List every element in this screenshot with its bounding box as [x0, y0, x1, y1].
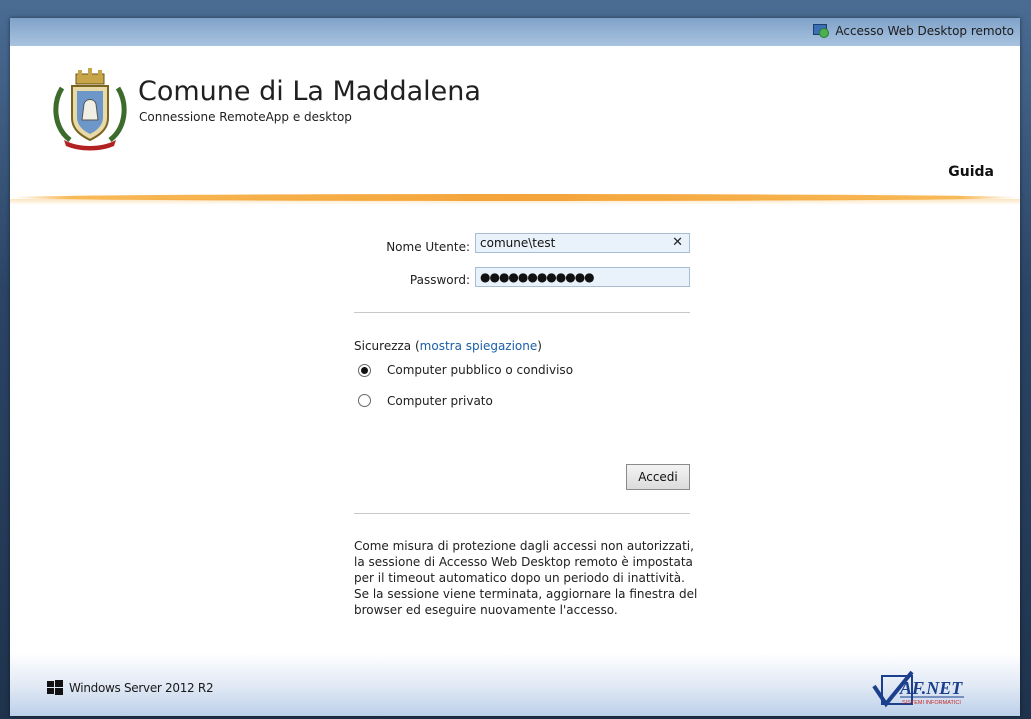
help-link[interactable]: Guida [948, 164, 994, 180]
username-label: Nome Utente: [386, 240, 470, 254]
password-value: ●●●●●●●●●●●● [480, 270, 595, 284]
vendor-logo-text: AF.NET [899, 678, 963, 698]
rdweb-window: Accesso Web Desktop remoto Comune di La … [10, 18, 1020, 716]
os-version-label: Windows Server 2012 R2 [69, 681, 214, 695]
form-separator [354, 312, 690, 313]
vendor-logo-subtext: SISTEMI INFORMATICI [902, 700, 961, 706]
note-separator [354, 513, 690, 514]
username-value: comune\test [480, 236, 556, 250]
radio-public-computer[interactable] [358, 364, 371, 377]
radio-public-computer-label[interactable]: Computer pubblico o condiviso [387, 363, 573, 377]
password-label: Password: [409, 273, 470, 287]
remote-desktop-icon [813, 24, 830, 38]
radio-private-computer-label[interactable]: Computer privato [387, 394, 493, 408]
afnet-vendor-logo: AF.NET SISTEMI INFORMATICI [872, 670, 964, 708]
page-subtitle: Connessione RemoteApp e desktop [139, 110, 352, 124]
username-field[interactable]: comune\test ✕ [475, 233, 690, 253]
app-title: Accesso Web Desktop remoto [835, 24, 1014, 38]
password-field[interactable]: ●●●●●●●●●●●● [475, 267, 690, 287]
clear-icon[interactable]: ✕ [672, 235, 683, 250]
security-label: Sicurezza (mostra spiegazione) [354, 339, 542, 353]
timeout-note: Come misura di protezione dagli accessi … [354, 538, 699, 618]
municipal-crest-logo [53, 68, 127, 151]
page-title: Comune di La Maddalena [138, 76, 481, 107]
app-title-area: Accesso Web Desktop remoto [813, 24, 1014, 38]
windows-logo-icon [47, 680, 63, 696]
show-explanation-link[interactable]: mostra spiegazione [420, 339, 538, 353]
header-divider [10, 194, 1020, 201]
radio-private-computer[interactable] [358, 394, 371, 407]
timeout-note-text: Come misura di protezione dagli accessi … [354, 539, 698, 617]
top-bar: Accesso Web Desktop remoto [10, 18, 1020, 46]
sign-in-button[interactable]: Accedi [626, 464, 690, 490]
